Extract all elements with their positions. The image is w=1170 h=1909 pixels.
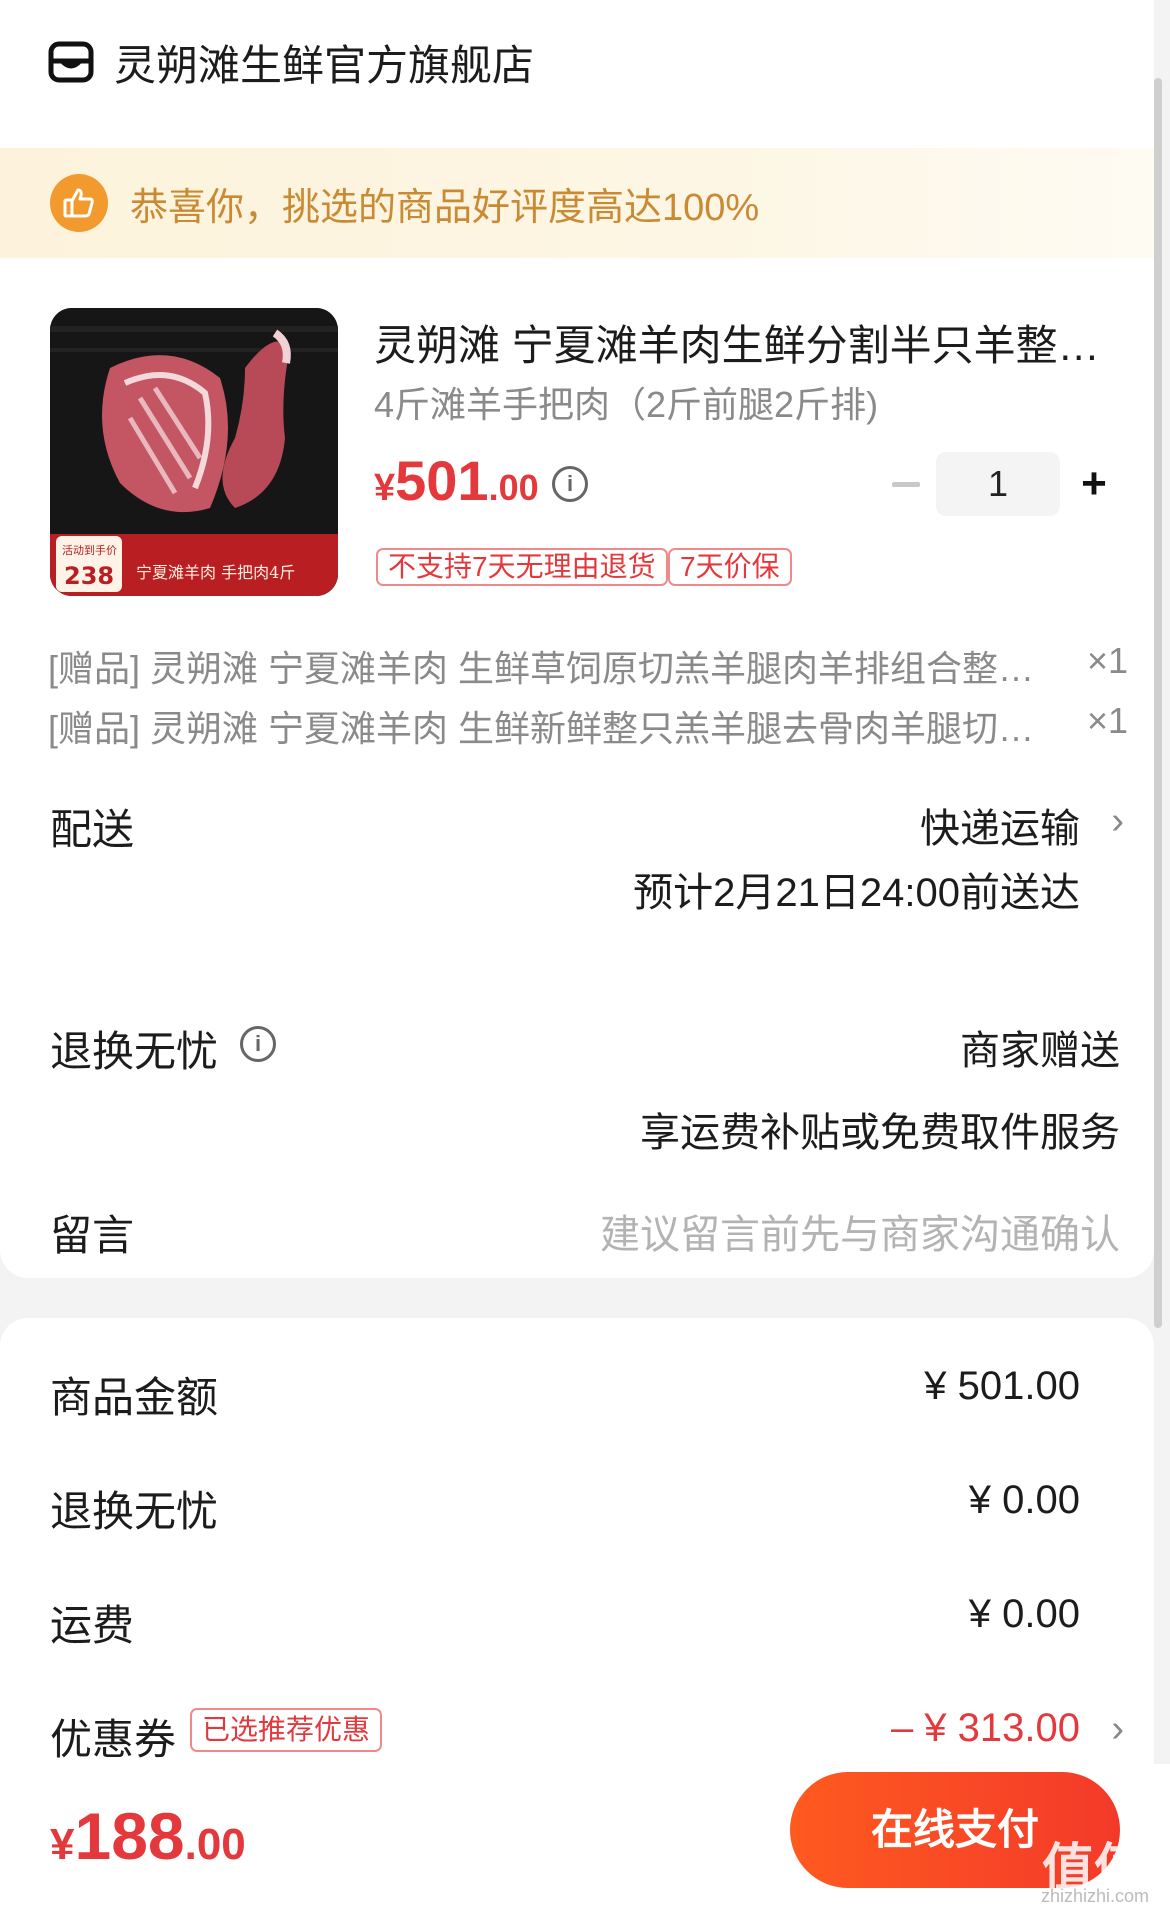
gift-name: [赠品] 灵朔滩 宁夏滩羊肉 生鲜新鲜整只羔羊腿去骨肉羊腿切… xyxy=(48,708,1035,749)
gift-name: [赠品] 灵朔滩 宁夏滩羊肉 生鲜草饲原切羔羊腿肉羊排组合整… xyxy=(48,648,1035,689)
quantity-increase-button[interactable]: + xyxy=(1072,462,1116,506)
product-image[interactable]: 活动到手价 238 宁夏滩羊肉 手把肉4斤 xyxy=(50,308,338,596)
shipping-fee-value: ¥ 0.00 xyxy=(968,1592,1080,1636)
gift-qty: ×1 xyxy=(1086,700,1128,741)
chevron-right-icon[interactable]: › xyxy=(1111,1708,1124,1751)
returns-fee-label: 退换无忧 xyxy=(50,1488,219,1535)
scrollbar[interactable] xyxy=(1154,78,1162,1328)
message-label: 留言 xyxy=(50,1212,135,1259)
image-subtitle: 宁夏滩羊肉 手把肉4斤 xyxy=(136,563,295,582)
thumbs-up-icon xyxy=(50,174,108,232)
gift-item[interactable]: [赠品] 灵朔滩 宁夏滩羊肉 生鲜草饲原切羔羊腿肉羊排组合整… ×1 xyxy=(48,640,1128,692)
chevron-right-icon[interactable]: › xyxy=(1111,800,1124,843)
returns-desc: 享运费补贴或免费取件服务 xyxy=(640,1111,1120,1155)
coupon-value[interactable]: – ¥ 313.00 xyxy=(891,1706,1080,1751)
goods-amount-label: 商品金额 xyxy=(50,1374,219,1421)
returns-label: 退换无忧 xyxy=(50,1028,219,1075)
returns-fee-value: ¥ 0.00 xyxy=(968,1478,1080,1522)
shipping-fee-label: 运费 xyxy=(50,1602,135,1649)
shipping-label: 配送 xyxy=(50,806,135,853)
shipping-method[interactable]: 快递运输 xyxy=(920,796,1080,854)
shop-header[interactable]: 灵朔滩生鲜官方旗舰店 xyxy=(48,30,534,94)
total-integer: 188 xyxy=(74,1799,185,1873)
message-input[interactable]: 建议留言前先与商家沟通确认 xyxy=(600,1202,1120,1260)
price-decimal: .00 xyxy=(488,467,539,508)
product-price: ¥ 501 .00 xyxy=(374,448,539,513)
gift-qty: ×1 xyxy=(1086,640,1128,681)
coupon-label: 优惠券 xyxy=(50,1716,177,1763)
price-integer: 501 xyxy=(395,449,489,512)
price-protect-tag: 7天价保 xyxy=(668,548,792,586)
total-price: ¥ 188 .00 xyxy=(50,1798,246,1874)
price-info-icon[interactable]: i xyxy=(552,466,588,502)
banner-text: 恭喜你，挑选的商品好评度高达100% xyxy=(130,186,760,229)
price-currency: ¥ xyxy=(374,467,396,509)
watermark-url: zhizhizhi.com xyxy=(1040,1886,1150,1906)
shipping-eta: 预计2月21日24:00前送达 xyxy=(633,871,1080,915)
image-price-label: 活动到手价 xyxy=(62,543,117,557)
store-icon xyxy=(48,41,94,83)
product-title[interactable]: 灵朔滩 宁夏滩羊肉生鲜分割半只羊整… xyxy=(374,312,1114,373)
goods-amount-value: ¥ 501.00 xyxy=(924,1364,1080,1408)
gift-item[interactable]: [赠品] 灵朔滩 宁夏滩羊肉 生鲜新鲜整只羔羊腿去骨肉羊腿切… ×1 xyxy=(48,700,1128,752)
returns-info-icon[interactable]: i xyxy=(240,1026,276,1062)
no-return-tag: 不支持7天无理由退货 xyxy=(376,548,668,586)
quantity-input[interactable]: 1 xyxy=(936,452,1060,516)
total-currency: ¥ xyxy=(50,1820,75,1869)
product-spec[interactable]: 4斤滩羊手把肉（2斤前腿2斤排) xyxy=(374,376,878,428)
quantity-decrease-button[interactable] xyxy=(886,464,926,504)
returns-value: 商家赠送 xyxy=(960,1029,1120,1073)
shop-name: 灵朔滩生鲜官方旗舰店 xyxy=(114,41,535,89)
total-decimal: .00 xyxy=(184,1820,246,1869)
image-price: 238 xyxy=(64,562,114,590)
rating-banner: 恭喜你，挑选的商品好评度高达100% xyxy=(0,148,1154,258)
coupon-tag: 已选推荐优惠 xyxy=(190,1708,383,1752)
